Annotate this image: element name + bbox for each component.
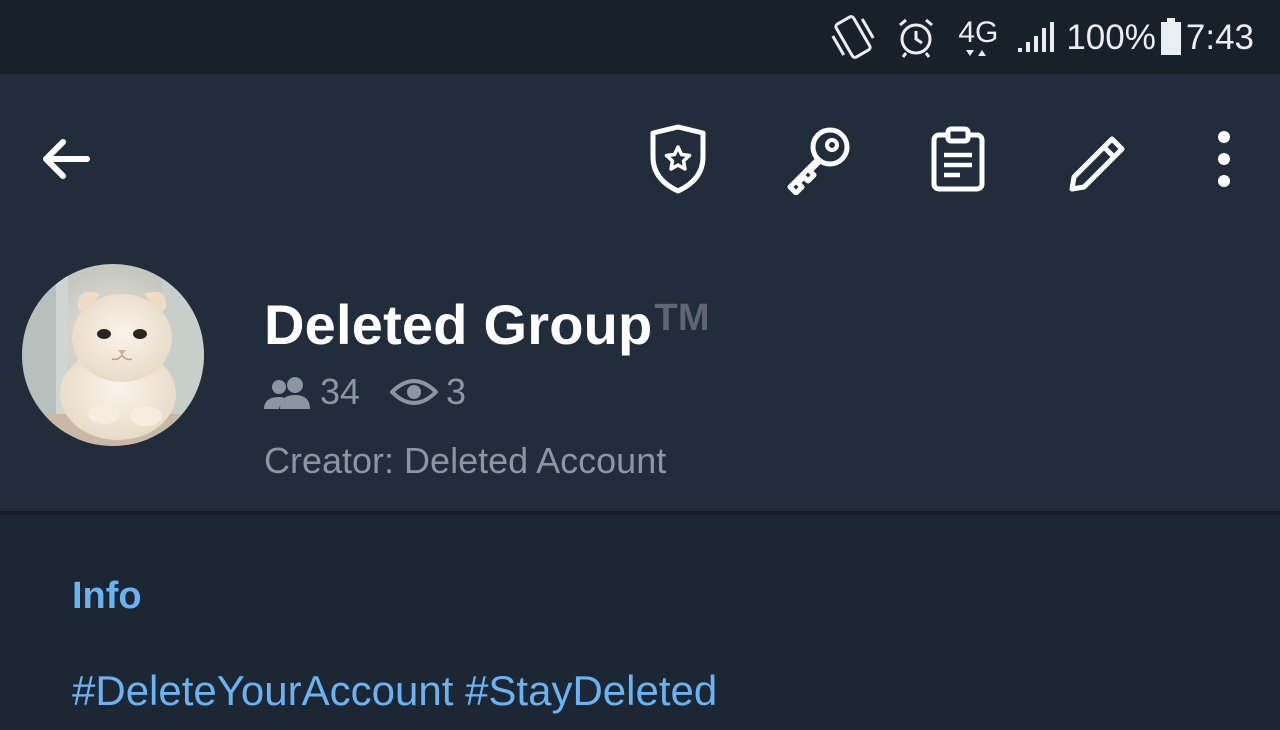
online-count: 3	[446, 371, 467, 412]
battery-icon	[1160, 18, 1182, 56]
trademark-suffix: TM	[654, 297, 710, 339]
battery-percent: 100%	[1066, 17, 1156, 57]
back-arrow-icon	[43, 139, 90, 179]
clock: 7:43	[1185, 17, 1254, 57]
network-label: 4G	[958, 16, 999, 49]
group-profile-header: Deleted GroupTM 34 3 Creator: Deleted Ac…	[0, 74, 1280, 511]
vibrate-icon	[826, 12, 880, 62]
admins-button[interactable]	[638, 119, 718, 199]
back-button[interactable]	[26, 119, 106, 199]
members-icon	[264, 377, 310, 409]
admin-badge-icon	[650, 124, 706, 194]
status-bar: 4G 100% 7:43	[0, 0, 1280, 74]
group-avatar[interactable]	[22, 264, 204, 446]
signal-icon	[1016, 20, 1058, 54]
pencil-icon	[1069, 136, 1125, 192]
clipboard-icon	[931, 126, 985, 192]
permissions-button[interactable]	[778, 119, 858, 199]
group-stats: 34 3	[262, 371, 467, 412]
more-options-button[interactable]	[1184, 119, 1264, 199]
hashtag-link[interactable]: #StayDeleted	[465, 667, 717, 714]
info-description: #DeleteYourAccount #StayDeleted	[72, 667, 717, 715]
cat-photo	[22, 264, 204, 446]
info-heading: Info	[72, 575, 142, 617]
alarm-icon	[894, 15, 938, 59]
edit-button[interactable]	[1058, 119, 1138, 199]
recent-actions-button[interactable]	[918, 119, 998, 199]
status-icons: 4G 100% 7:43	[826, 0, 1254, 74]
info-section: Info #DeleteYourAccount #StayDeleted	[0, 515, 1280, 730]
network-4g-icon: 4G	[956, 12, 1002, 62]
group-title: Deleted GroupTM	[264, 292, 710, 357]
group-name-text: Deleted Group	[264, 293, 653, 356]
creator-label: Creator: Deleted Account	[264, 440, 667, 481]
eye-icon	[390, 379, 439, 405]
key-icon	[787, 127, 850, 195]
members-count: 34	[320, 371, 361, 412]
hashtag-link[interactable]: #DeleteYourAccount	[72, 667, 453, 714]
more-vert-icon	[1218, 131, 1230, 187]
